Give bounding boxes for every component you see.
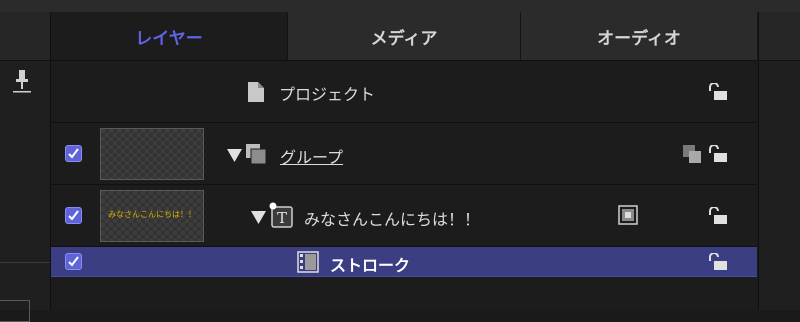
tab-bar: レイヤー メディア オーディオ (51, 12, 757, 61)
layer-row-text[interactable]: みなさんこんにちは！！ T みなさんこんにちは！！ (51, 185, 757, 247)
layer-row-stroke[interactable]: ストローク (51, 247, 757, 277)
thumbnail-text: みなさんこんにちは！！ (108, 210, 196, 219)
visibility-checkbox[interactable] (65, 207, 82, 224)
left-panel-header (0, 12, 50, 61)
unlock-icon[interactable] (707, 206, 729, 229)
layer-row-project[interactable]: プロジェクト (51, 61, 757, 123)
right-panel-header (759, 12, 800, 61)
left-panel-divider (0, 262, 50, 263)
layer-name-text: みなさんこんにちは！！ (304, 210, 481, 229)
layer-thumbnail (100, 128, 204, 180)
visibility-checkbox[interactable] (65, 145, 82, 162)
tab-media[interactable]: メディア (287, 12, 520, 60)
layer-name-group: グループ (280, 148, 344, 167)
document-icon (247, 81, 265, 107)
svg-text:T: T (277, 209, 287, 227)
disclosure-triangle-icon[interactable] (227, 147, 242, 166)
unlock-icon[interactable] (707, 252, 729, 275)
disclosure-triangle-icon[interactable] (251, 209, 266, 228)
text-layer-icon: T (268, 201, 294, 233)
unlock-icon[interactable] (707, 144, 729, 167)
group-icon (245, 143, 267, 169)
visibility-checkbox[interactable] (65, 253, 82, 270)
layer-thumbnail: みなさんこんにちは！！ (100, 190, 204, 242)
layer-name-project: プロジェクト (279, 85, 376, 104)
layer-row-group[interactable]: グループ (51, 123, 757, 185)
unlock-icon[interactable] (707, 82, 729, 105)
left-panel (0, 12, 51, 322)
layer-name-stroke: ストローク (330, 256, 411, 275)
pin-icon[interactable] (10, 68, 34, 96)
left-panel-box (0, 300, 30, 322)
tab-audio[interactable]: オーディオ (520, 12, 757, 60)
filmstrip-icon (297, 251, 319, 277)
right-panel (758, 12, 800, 310)
layers-list: プロジェクト グループ みなさんこんにちは！！ T みなさんこんにちは！！ スト… (51, 61, 757, 310)
blend-mode-icon[interactable] (683, 145, 703, 169)
tab-layers[interactable]: レイヤー (51, 12, 287, 60)
mask-icon[interactable] (618, 205, 638, 229)
